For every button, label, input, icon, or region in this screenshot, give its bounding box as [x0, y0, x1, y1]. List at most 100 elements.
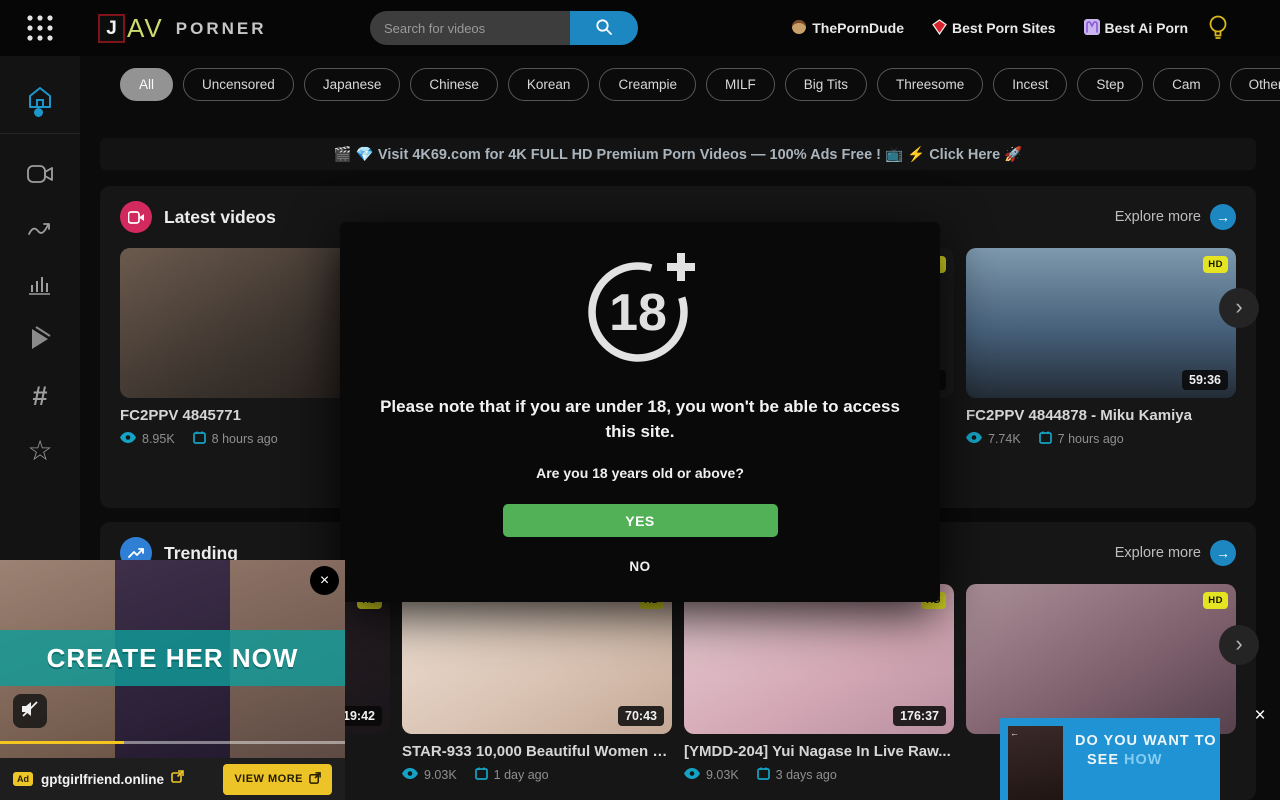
theporndude-icon	[791, 19, 807, 38]
duration-badge: 176:37	[893, 706, 946, 726]
ad-progress-bar	[0, 741, 345, 744]
video-title[interactable]: FC2PPV 4844878 - Miku Kamiya	[966, 407, 1236, 424]
back-arrow-icon: ←	[1010, 728, 1019, 738]
duration-badge: 59:36	[1182, 370, 1228, 390]
calendar-icon	[757, 767, 770, 783]
chip-uncensored[interactable]: Uncensored	[183, 68, 294, 101]
promo-ad-image: ←	[1008, 726, 1063, 800]
apps-grid-icon[interactable]	[24, 13, 56, 43]
age-verification-modal: 18 Please note that if you are under 18,…	[340, 222, 940, 602]
hd-badge: HD	[1203, 592, 1228, 609]
link-best-porn-sites[interactable]: Best Porn Sites	[932, 19, 1055, 38]
promo-banner-link[interactable]: 🎬 💎 Visit 4K69.com for 4K FULL HD Premiu…	[100, 138, 1256, 170]
video-meta: 7.74K 7 hours ago	[966, 431, 1236, 447]
posted-time: 1 day ago	[494, 768, 549, 782]
hd-badge: HD	[1203, 256, 1228, 273]
carousel-next-latest[interactable]: ›	[1219, 288, 1259, 328]
posted-time: 8 hours ago	[212, 432, 278, 446]
explore-more-trending[interactable]: Explore more →	[1115, 540, 1236, 566]
video-thumbnail[interactable]: HD 59:36	[966, 248, 1236, 398]
category-chips: All Uncensored Japanese Chinese Korean C…	[120, 68, 1280, 101]
views-count: 8.95K	[142, 432, 175, 446]
ad-caption-text: CREATE HER NOW	[47, 643, 299, 674]
chip-chinese[interactable]: Chinese	[410, 68, 498, 101]
chip-other[interactable]: Other	[1230, 68, 1280, 101]
video-title[interactable]: [YMDD-204] Yui Nagase In Live Raw...	[684, 743, 954, 760]
chip-korean[interactable]: Korean	[508, 68, 590, 101]
hash-icon: #	[32, 383, 47, 410]
chip-step[interactable]: Step	[1077, 68, 1143, 101]
sidebar-item-tags[interactable]: #	[0, 374, 80, 418]
link-best-ai-porn[interactable]: Best Ai Porn	[1084, 19, 1189, 38]
sidebar-item-favorites[interactable]: ☆	[0, 429, 80, 473]
video-thumbnail[interactable]: HD 176:37	[684, 584, 954, 734]
posted-time: 3 days ago	[776, 768, 837, 782]
video-thumbnail[interactable]: HD	[966, 584, 1236, 734]
sidebar-item-videos[interactable]	[0, 154, 80, 198]
ad-badge: Ad	[13, 772, 33, 786]
header-links: ThePornDude Best Porn Sites Best Ai Porn	[791, 0, 1188, 56]
chip-milf[interactable]: MILF	[706, 68, 775, 101]
trending-up-icon	[26, 219, 54, 244]
no-button[interactable]: NO	[629, 559, 650, 574]
play-icon	[28, 326, 52, 357]
video-title[interactable]: STAR-933 10,000 Beautiful Women Honj...	[402, 743, 672, 760]
search-input[interactable]	[370, 11, 570, 45]
sidebar-item-rankings[interactable]	[0, 264, 80, 308]
search-button[interactable]	[570, 11, 638, 45]
red-gem-icon	[932, 19, 947, 38]
chip-big-tits[interactable]: Big Tits	[785, 68, 867, 101]
video-meta: 9.03K 1 day ago	[402, 767, 672, 783]
video-card[interactable]: HD 59:36 FC2PPV 4844878 - Miku Kamiya 7.…	[966, 248, 1236, 447]
active-indicator-dot	[34, 108, 43, 117]
ad-caption-band: CREATE HER NOW	[0, 630, 345, 686]
promo-ad-text: DO YOU WANT TO SEE HOW	[1075, 733, 1217, 800]
calendar-icon	[475, 767, 488, 783]
search-bar	[370, 11, 638, 45]
posted-time: 7 hours ago	[1058, 432, 1124, 446]
purple-m-icon	[1084, 19, 1100, 38]
ad-info-bar: Ad gptgirlfriend.online VIEW MORE	[0, 758, 345, 800]
chip-japanese[interactable]: Japanese	[304, 68, 401, 101]
chip-incest[interactable]: Incest	[993, 68, 1067, 101]
section-title: Latest videos	[164, 207, 276, 228]
close-icon: ×	[320, 572, 329, 590]
eye-icon	[120, 432, 136, 446]
video-ad-overlay[interactable]: CREATE HER NOW × Ad gptgirlfriend.online…	[0, 560, 345, 800]
chip-threesome[interactable]: Threesome	[877, 68, 983, 101]
ad-close-button[interactable]: ×	[310, 566, 339, 595]
ad-progress-fill	[0, 741, 124, 744]
external-link-icon	[171, 770, 184, 788]
site-logo[interactable]: J AV PORNER	[98, 13, 267, 44]
promo-ad-banner[interactable]: ← DO YOU WANT TO SEE HOW	[1000, 718, 1220, 800]
chip-cam[interactable]: Cam	[1153, 68, 1220, 101]
sidebar-item-playlists[interactable]	[0, 319, 80, 363]
explore-more-latest[interactable]: Explore more →	[1115, 204, 1236, 230]
duration-badge: 70:43	[618, 706, 664, 726]
logo-av: AV	[127, 13, 164, 44]
svg-text:18: 18	[609, 284, 667, 342]
video-camera-icon	[26, 163, 54, 190]
eighteen-plus-icon: 18	[575, 248, 705, 371]
sidebar-item-trending[interactable]	[0, 209, 80, 253]
chip-all[interactable]: All	[120, 68, 173, 101]
link-theporndude[interactable]: ThePornDude	[791, 19, 904, 38]
view-more-button[interactable]: VIEW MORE	[223, 764, 332, 795]
lightbulb-icon[interactable]	[1206, 14, 1232, 42]
eye-icon	[402, 768, 418, 782]
latest-videos-icon	[120, 201, 152, 233]
video-card[interactable]: HD 176:37 [YMDD-204] Yui Nagase In Live …	[684, 584, 954, 783]
logo-name: PORNER	[176, 19, 267, 39]
views-count: 9.03K	[706, 768, 739, 782]
video-card[interactable]: HD 70:43 STAR-933 10,000 Beautiful Women…	[402, 584, 672, 783]
views-count: 9.03K	[424, 768, 457, 782]
age-warning-text: Please note that if you are under 18, yo…	[368, 395, 913, 444]
video-thumbnail[interactable]: HD 70:43	[402, 584, 672, 734]
chip-creampie[interactable]: Creampie	[599, 68, 696, 101]
promo-ad-close-button[interactable]: ×	[1249, 705, 1271, 727]
ad-domain-link[interactable]: gptgirlfriend.online	[41, 772, 164, 787]
mute-button[interactable]	[13, 694, 47, 728]
carousel-next-trending[interactable]: ›	[1219, 625, 1259, 665]
muted-speaker-icon	[20, 700, 40, 723]
yes-button[interactable]: YES	[503, 504, 778, 537]
